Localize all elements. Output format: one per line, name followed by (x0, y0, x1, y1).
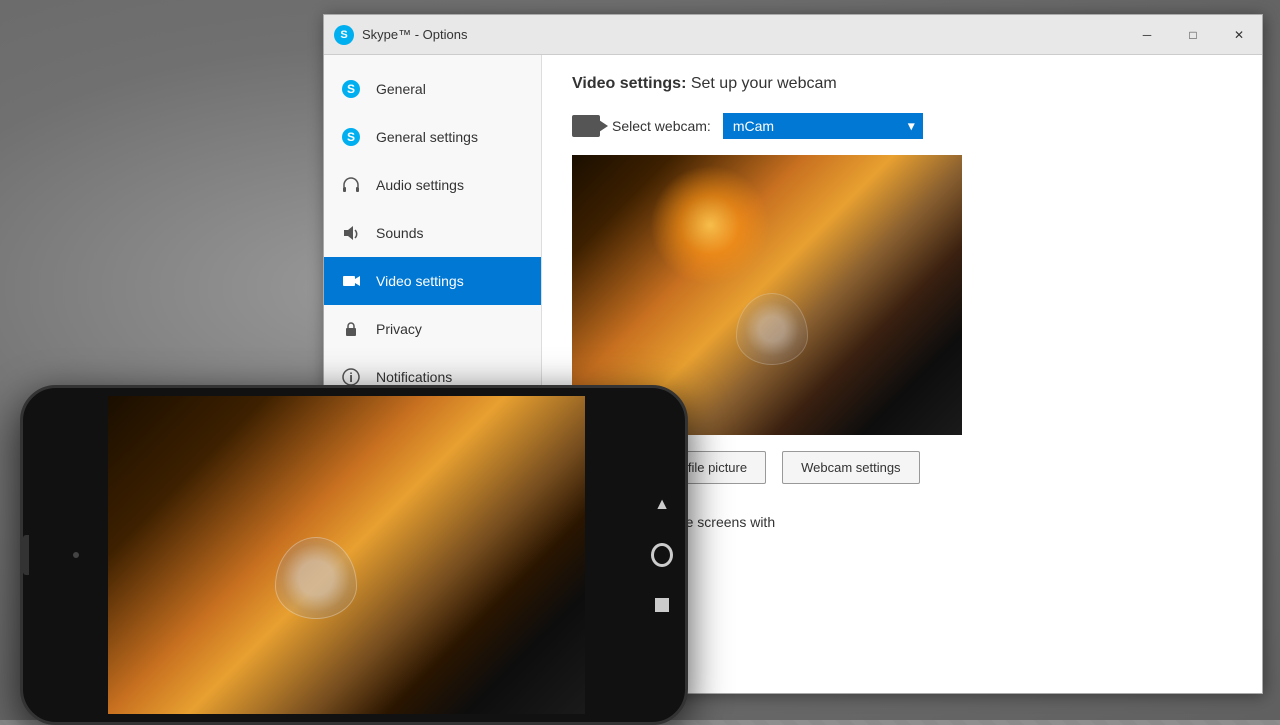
sidebar-label-privacy: Privacy (376, 321, 422, 337)
title-bar-controls: ─ □ ✕ (1124, 15, 1262, 55)
lock-icon (340, 318, 362, 340)
maximize-button[interactable]: □ (1170, 15, 1216, 55)
title-bar: S Skype™ - Options ─ □ ✕ (324, 15, 1262, 55)
webcam-label: Select webcam: (612, 118, 711, 134)
webcam-settings-button[interactable]: Webcam settings (782, 451, 919, 484)
webcam-icon (572, 115, 600, 137)
phone-controls (651, 494, 673, 616)
close-button[interactable]: ✕ (1216, 15, 1262, 55)
skype-icon: S (340, 78, 362, 100)
sidebar-item-general-settings[interactable]: S General settings (324, 113, 541, 161)
sidebar-item-general[interactable]: S General (324, 65, 541, 113)
settings-icon: S (340, 126, 362, 148)
phone-btn-square[interactable] (651, 594, 673, 616)
sidebar-label-general-settings: General settings (376, 129, 478, 145)
svg-text:S: S (347, 82, 355, 96)
phone-btn-triangle[interactable] (651, 494, 673, 516)
minimize-button[interactable]: ─ (1124, 15, 1170, 55)
sidebar-label-video: Video settings (376, 273, 464, 289)
sidebar-label-notifications: Notifications (376, 369, 452, 385)
phone-camera-dot (73, 552, 79, 558)
svg-text:S: S (347, 130, 355, 144)
headphones-icon (340, 174, 362, 196)
skype-logo: S (334, 25, 354, 45)
sidebar-item-video-settings[interactable]: Video settings (324, 257, 541, 305)
phone-screen-image (108, 396, 585, 714)
page-title: Video settings: Set up your webcam (572, 75, 1232, 93)
sidebar-label-sounds: Sounds (376, 225, 423, 241)
window-title: Skype™ - Options (362, 27, 468, 42)
sidebar-item-audio-settings[interactable]: Audio settings (324, 161, 541, 209)
phone-side-button (23, 535, 29, 575)
phone-screen (108, 396, 585, 714)
page-title-suffix: Set up your webcam (691, 75, 837, 92)
webcam-select[interactable]: mCam Default webcam (723, 113, 923, 139)
sidebar-label-general: General (376, 81, 426, 97)
sidebar-item-sounds[interactable]: Sounds (324, 209, 541, 257)
svg-text:i: i (349, 370, 353, 385)
webcam-selector-row: Select webcam: mCam Default webcam (572, 113, 1232, 139)
video-icon (340, 270, 362, 292)
page-title-prefix: Video settings: (572, 75, 686, 92)
sidebar-item-privacy[interactable]: Privacy (324, 305, 541, 353)
phone-body (20, 385, 688, 725)
title-bar-left: S Skype™ - Options (334, 25, 468, 45)
sidebar-label-audio: Audio settings (376, 177, 464, 193)
phone-overlay (20, 385, 688, 725)
webcam-select-wrapper[interactable]: mCam Default webcam (723, 113, 923, 139)
phone-btn-circle[interactable] (651, 544, 673, 566)
sound-icon (340, 222, 362, 244)
